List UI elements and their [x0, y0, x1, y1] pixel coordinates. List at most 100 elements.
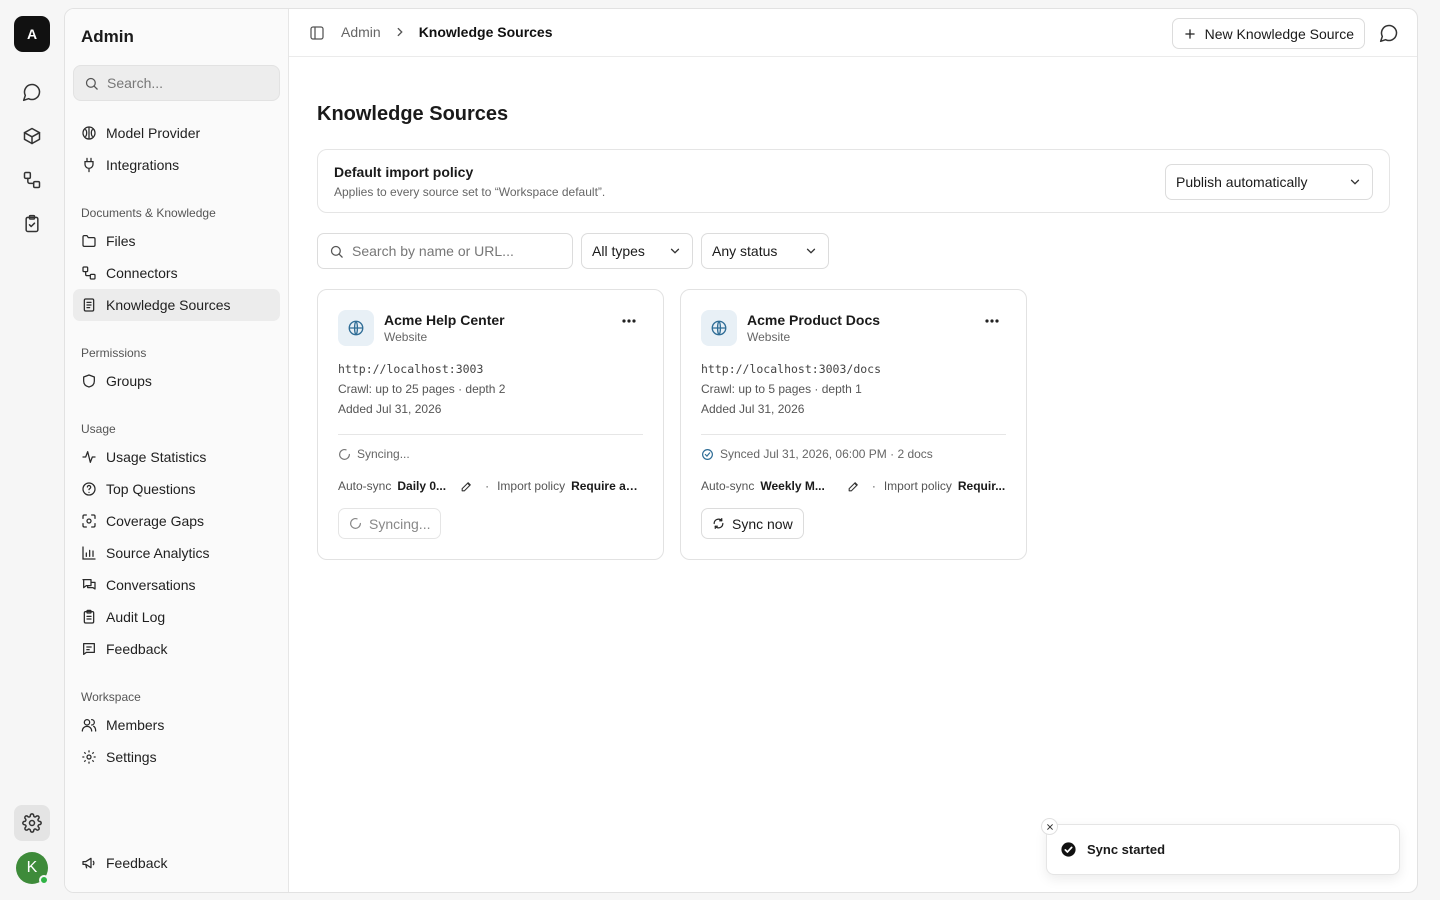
- plus-icon: [1183, 27, 1197, 41]
- sidebar-footer-feedback[interactable]: Feedback: [73, 847, 280, 879]
- check-circle-icon: [701, 448, 714, 461]
- section-title-workspace: Workspace: [81, 690, 141, 704]
- sidebar-item-members[interactable]: Members: [73, 709, 280, 741]
- sync-status-text: Syncing...: [357, 447, 410, 461]
- breadcrumb-current: Knowledge Sources: [418, 24, 553, 40]
- gear-icon: [22, 813, 42, 833]
- sidebar-item-source-analytics[interactable]: Source Analytics: [73, 537, 280, 569]
- sidebar-item-audit-log[interactable]: Audit Log: [73, 601, 280, 633]
- breadcrumb: Admin Knowledge Sources: [341, 24, 553, 40]
- scan-icon: [81, 513, 97, 529]
- sidebar-item-label: Groups: [106, 373, 152, 389]
- sidebar-search-placeholder: Search...: [107, 75, 164, 91]
- main-content: Knowledge Sources Default import policy …: [289, 57, 1417, 892]
- source-search-input[interactable]: Search by name or URL...: [317, 233, 573, 269]
- clipboard-check-icon: [22, 214, 42, 234]
- workflow-icon: [22, 170, 42, 190]
- sidebar-item-knowledge-sources[interactable]: Knowledge Sources: [73, 289, 280, 321]
- knowledge-source-card: Acme Product Docs Website http://localho…: [680, 289, 1027, 560]
- source-url: http://localhost:3003/docs: [701, 362, 882, 376]
- sidebar-item-label: Members: [106, 717, 165, 733]
- sidebar-item-integrations[interactable]: Integrations: [73, 149, 280, 181]
- sidebar-item-settings[interactable]: Settings: [73, 741, 280, 773]
- import-policy-select[interactable]: Publish automatically: [1165, 164, 1373, 200]
- new-knowledge-source-button[interactable]: New Knowledge Source: [1171, 18, 1365, 49]
- edit-pencil-icon[interactable]: [460, 480, 473, 493]
- import-policy-value[interactable]: Require ap...: [571, 479, 643, 493]
- autosync-value[interactable]: Weekly M...: [760, 479, 824, 493]
- chat-bubbles-icon: [81, 577, 97, 593]
- sidebar-toggle-icon[interactable]: [309, 25, 325, 41]
- tasks-nav-button[interactable]: [14, 206, 50, 242]
- settings-nav-button[interactable]: [14, 805, 50, 841]
- sidebar-item-usage-statistics[interactable]: Usage Statistics: [73, 441, 280, 473]
- import-policy-label: Import policy: [883, 479, 952, 493]
- source-search-placeholder: Search by name or URL...: [352, 243, 514, 259]
- edit-pencil-icon[interactable]: [847, 480, 860, 493]
- knowledge-source-card: Acme Help Center Website http://localhos…: [317, 289, 664, 560]
- sidebar-item-connectors[interactable]: Connectors: [73, 257, 280, 289]
- megaphone-icon: [81, 855, 97, 871]
- sidebar-item-label: Settings: [106, 749, 157, 765]
- workspace-logo[interactable]: A: [14, 16, 50, 52]
- more-options-icon[interactable]: [984, 318, 1000, 324]
- type-filter-select[interactable]: All types: [581, 233, 693, 269]
- sidebar-item-model-provider[interactable]: Model Provider: [73, 117, 280, 149]
- status-filter-select[interactable]: Any status: [701, 233, 829, 269]
- sidebar-item-label: Knowledge Sources: [106, 297, 231, 313]
- sidebar-item-label: Source Analytics: [106, 545, 210, 561]
- user-avatar[interactable]: K: [16, 852, 49, 885]
- plug-icon: [81, 157, 97, 173]
- document-icon: [81, 297, 97, 313]
- source-name: Acme Product Docs: [747, 312, 881, 328]
- status-filter-value: Any status: [712, 243, 778, 259]
- refresh-icon: [712, 517, 725, 530]
- import-policy-value[interactable]: Requir...: [958, 479, 1005, 493]
- assistant-chat-icon[interactable]: [1379, 23, 1399, 43]
- chevron-right-icon: [393, 25, 407, 39]
- loader-icon: [338, 448, 351, 461]
- package-nav-button[interactable]: [14, 118, 50, 154]
- new-button-label: New Knowledge Source: [1204, 25, 1354, 42]
- avatar-letter: K: [26, 859, 38, 876]
- source-crawl-settings: Crawl: up to 25 pages · depth 2: [338, 382, 506, 396]
- sidebar-item-top-questions[interactable]: Top Questions: [73, 473, 280, 505]
- toast-notification: Sync started: [1046, 824, 1400, 875]
- sync-button-label: Sync now: [732, 515, 793, 532]
- workflow-nav-button[interactable]: [14, 162, 50, 198]
- source-name: Acme Help Center: [384, 312, 505, 328]
- gear-icon: [81, 749, 97, 765]
- sidebar-item-coverage-gaps[interactable]: Coverage Gaps: [73, 505, 280, 537]
- chat-nav-button[interactable]: [14, 74, 50, 110]
- help-circle-icon: [81, 481, 97, 497]
- search-icon: [84, 76, 99, 91]
- sidebar-item-label: Top Questions: [106, 481, 196, 497]
- close-icon: [1046, 823, 1054, 831]
- toast-close-button[interactable]: [1041, 818, 1058, 835]
- search-icon: [329, 244, 344, 259]
- autosync-value[interactable]: Daily 0...: [397, 479, 446, 493]
- app-frame: Admin Search... Model Provider Integrati…: [64, 8, 1418, 893]
- sync-now-button[interactable]: Sync now: [701, 508, 804, 539]
- sidebar-item-conversations[interactable]: Conversations: [73, 569, 280, 601]
- chevron-down-icon: [668, 244, 682, 258]
- sync-status-text: Synced Jul 31, 2026, 06:00 PM · 2 docs: [720, 447, 933, 461]
- sidebar-item-label: Audit Log: [106, 609, 166, 625]
- chevron-down-icon: [1348, 175, 1362, 189]
- sidebar-item-feedback[interactable]: Feedback: [73, 633, 280, 665]
- breadcrumb-admin[interactable]: Admin: [341, 24, 381, 40]
- syncing-button[interactable]: Syncing...: [338, 508, 442, 539]
- import-policy-label: Import policy: [497, 479, 566, 493]
- sidebar-item-groups[interactable]: Groups: [73, 365, 280, 397]
- sidebar-item-files[interactable]: Files: [73, 225, 280, 257]
- admin-sidebar: Admin Search... Model Provider Integrati…: [65, 9, 289, 892]
- top-bar: Admin Knowledge Sources New Knowledge So…: [289, 9, 1417, 57]
- sidebar-item-label: Files: [106, 233, 136, 249]
- sidebar-search-input[interactable]: Search...: [73, 65, 280, 101]
- sidebar-item-label: Model Provider: [106, 125, 201, 141]
- sidebar-title: Admin: [81, 27, 134, 46]
- source-url: http://localhost:3003: [338, 362, 484, 376]
- more-options-icon[interactable]: [621, 318, 637, 324]
- sidebar-item-label: Coverage Gaps: [106, 513, 205, 529]
- section-title-documents: Documents & Knowledge: [81, 206, 216, 220]
